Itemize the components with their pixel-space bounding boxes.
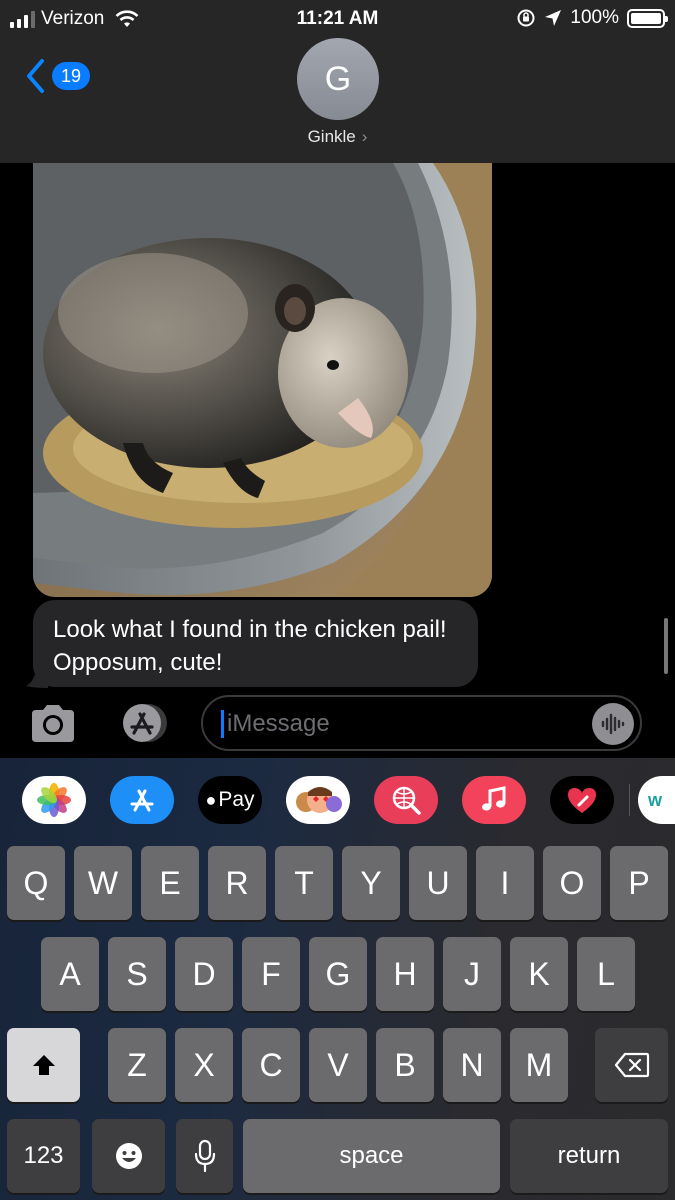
key-u[interactable]: U: [409, 846, 467, 920]
emoji-key[interactable]: [92, 1119, 165, 1193]
key-l[interactable]: L: [577, 937, 635, 1011]
backspace-icon: [614, 1052, 649, 1078]
photos-icon: [37, 783, 71, 817]
emoji-icon: [115, 1143, 142, 1169]
key-n[interactable]: N: [443, 1028, 501, 1102]
key-d[interactable]: D: [175, 937, 233, 1011]
battery-icon: [627, 8, 668, 28]
conversation-header: Verizon 11:21 AM 100% 19 G Ginkle ›: [0, 0, 675, 163]
contact-name-button[interactable]: Ginkle ›: [0, 127, 675, 147]
amazon-app[interactable]: w: [638, 776, 675, 824]
key-i[interactable]: I: [476, 846, 534, 920]
key-a[interactable]: A: [41, 937, 99, 1011]
camera-button[interactable]: [28, 702, 78, 744]
unread-count-badge: 19: [52, 62, 90, 90]
apple-pay-label: Pay: [218, 788, 255, 811]
return-key[interactable]: return: [510, 1119, 668, 1193]
key-q[interactable]: Q: [7, 846, 65, 920]
key-o[interactable]: O: [543, 846, 601, 920]
message-placeholder: iMessage: [227, 710, 330, 737]
key-e[interactable]: E: [141, 846, 199, 920]
key-g[interactable]: G: [309, 937, 367, 1011]
scrollbar[interactable]: [664, 618, 668, 674]
key-w[interactable]: W: [74, 846, 132, 920]
key-r[interactable]: R: [208, 846, 266, 920]
shift-key[interactable]: [7, 1028, 80, 1102]
chevron-left-icon: [27, 59, 44, 93]
memoji-app[interactable]: [286, 776, 350, 824]
key-x[interactable]: X: [175, 1028, 233, 1102]
opossum-photo: [33, 163, 492, 597]
heart-icon: [568, 788, 596, 813]
chevron-right-icon: ›: [361, 127, 368, 146]
delete-key[interactable]: [595, 1028, 668, 1102]
message-input[interactable]: iMessage: [201, 695, 642, 751]
drawer-divider: [629, 784, 630, 816]
app-store-button[interactable]: [114, 702, 172, 744]
amazon-label: w: [648, 789, 663, 810]
contact-name: Ginkle: [307, 127, 356, 146]
music-app[interactable]: [462, 776, 526, 824]
apple-logo-icon: ●: [205, 789, 217, 810]
globe-search-icon: [392, 786, 421, 815]
key-f[interactable]: F: [242, 937, 300, 1011]
app-drawer: ● Pay w: [0, 758, 675, 834]
photo-attachment[interactable]: [33, 163, 492, 597]
key-v[interactable]: V: [309, 1028, 367, 1102]
key-c[interactable]: C: [242, 1028, 300, 1102]
contact-avatar[interactable]: G: [297, 38, 379, 120]
key-p[interactable]: P: [610, 846, 668, 920]
shift-arrow-icon: [32, 1055, 55, 1075]
music-note-icon: [482, 786, 506, 811]
apple-pay-app[interactable]: ● Pay: [198, 776, 262, 824]
space-key[interactable]: space: [243, 1119, 500, 1193]
photos-app[interactable]: [22, 776, 86, 824]
battery-percent: 100%: [570, 7, 619, 28]
microphone-icon: [194, 1139, 215, 1173]
waveform-icon: [601, 713, 625, 735]
images-search-app[interactable]: [374, 776, 438, 824]
message-bubble[interactable]: Look what I found in the chicken pail! O…: [33, 600, 478, 687]
rotation-lock-icon: [517, 9, 535, 27]
keyboard: ● Pay w Q W E R T Y U I O P A S D F G H …: [0, 758, 675, 1200]
avatar-initial: G: [324, 59, 352, 98]
audio-message-button[interactable]: [592, 703, 634, 745]
digital-touch-app[interactable]: [550, 776, 614, 824]
memoji-icon: [296, 787, 342, 813]
key-j[interactable]: J: [443, 937, 501, 1011]
numbers-key[interactable]: 123: [7, 1119, 80, 1193]
app-store-icon: [130, 789, 154, 812]
text-cursor: [221, 710, 224, 738]
key-y[interactable]: Y: [342, 846, 400, 920]
key-b[interactable]: B: [376, 1028, 434, 1102]
key-t[interactable]: T: [275, 846, 333, 920]
status-bar: Verizon 11:21 AM 100%: [0, 4, 675, 32]
dictation-key[interactable]: [176, 1119, 233, 1193]
key-k[interactable]: K: [510, 937, 568, 1011]
location-icon: [545, 10, 562, 26]
back-button[interactable]: 19: [24, 58, 90, 94]
key-m[interactable]: M: [510, 1028, 568, 1102]
key-z[interactable]: Z: [108, 1028, 166, 1102]
key-h[interactable]: H: [376, 937, 434, 1011]
app-store-app[interactable]: [110, 776, 174, 824]
key-s[interactable]: S: [108, 937, 166, 1011]
